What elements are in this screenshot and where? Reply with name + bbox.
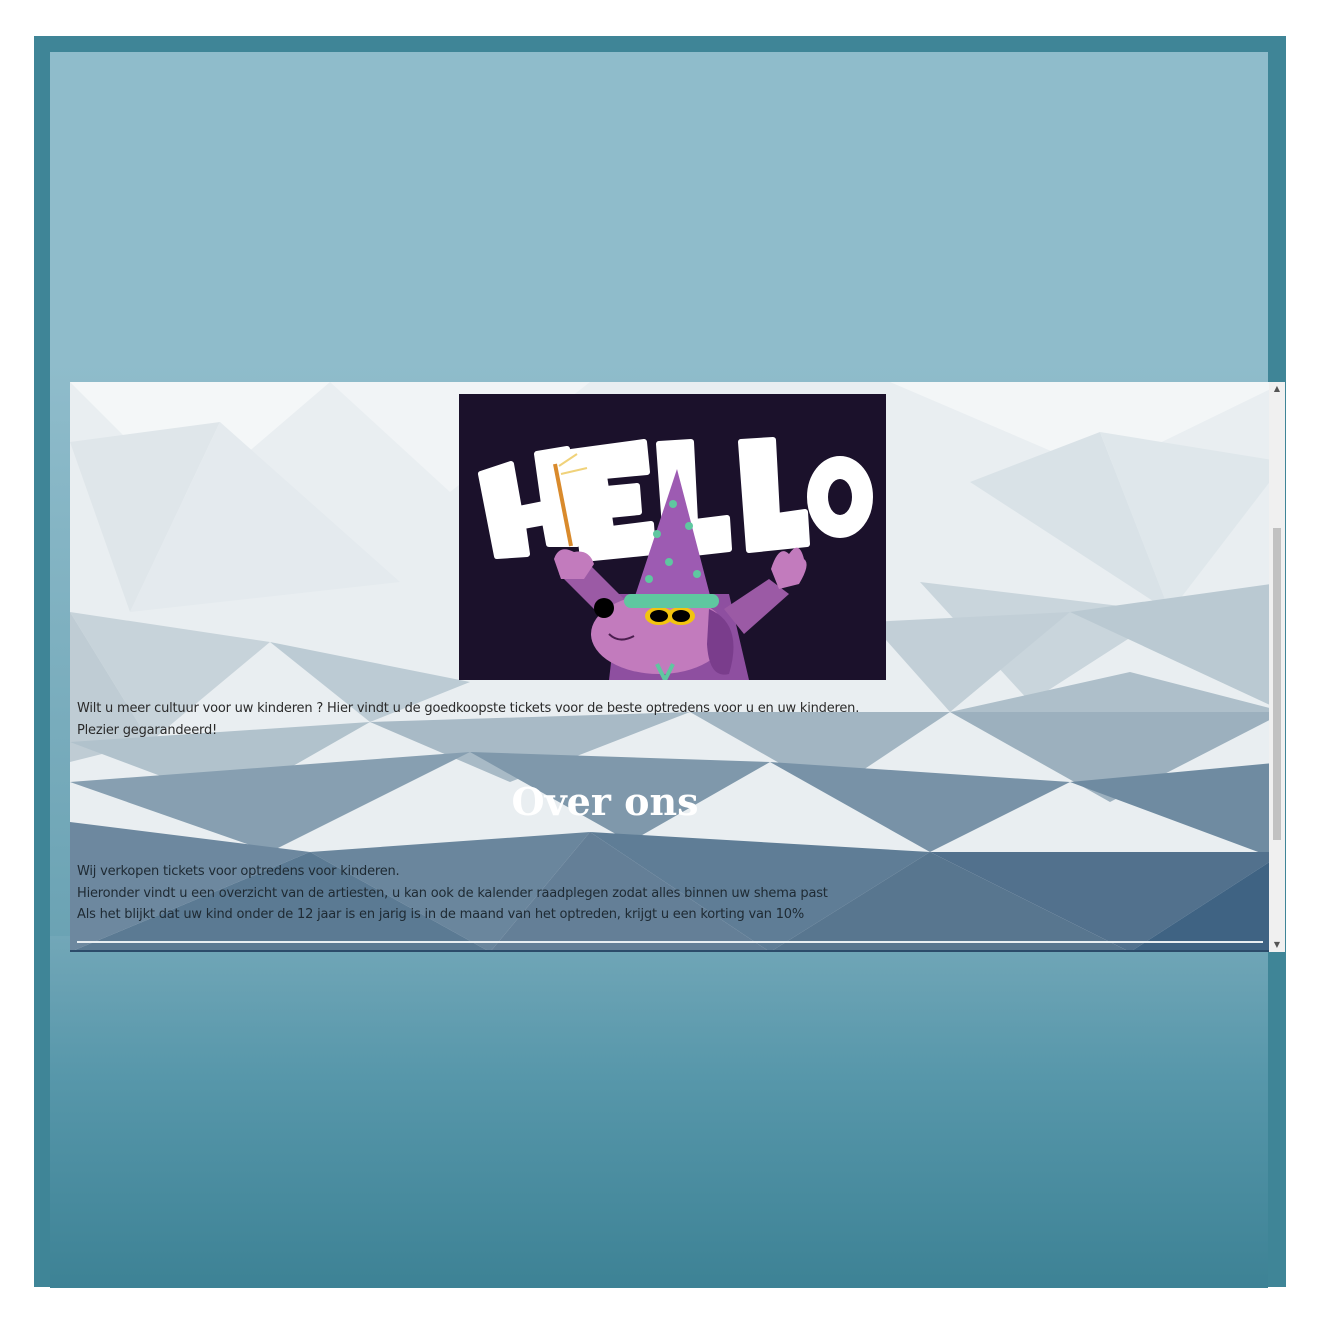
page-background: Wilt u meer cultuur voor uw kinderen ? H… [50,52,1285,1288]
intro-text: Wilt u meer cultuur voor uw kinderen ? H… [77,698,1227,742]
about-line-2: Hieronder vindt u een overzicht van de a… [77,885,828,901]
about-line-1: Wij verkopen tickets voor optredens voor… [77,864,400,879]
over-ons-heading: Over ons [511,779,699,824]
vertical-scrollbar[interactable]: ▲ ▼ [1269,382,1285,952]
embedded-page[interactable]: Wilt u meer cultuur voor uw kinderen ? H… [70,382,1285,952]
outer-frame: Wilt u meer cultuur voor uw kinderen ? H… [34,36,1286,1288]
top-band [50,52,1268,366]
hero-image [459,394,886,680]
about-text: Wij verkopen tickets voor optredens voor… [77,861,1227,926]
scroll-up-arrow-icon[interactable]: ▲ [1269,382,1285,396]
horizontal-rule [77,941,1263,943]
bottom-border [70,950,1285,952]
intro-line-2: Plezier gegarandeerd! [77,723,218,738]
scroll-down-arrow-icon[interactable]: ▼ [1269,938,1285,952]
bottom-band [50,936,1268,1288]
scroll-thumb[interactable] [1273,528,1281,840]
intro-line-1: Wilt u meer cultuur voor uw kinderen ? H… [77,701,860,716]
hello-wizard-illustration [459,394,886,680]
about-line-3: Als het blijkt dat uw kind onder de 12 j… [77,907,804,922]
